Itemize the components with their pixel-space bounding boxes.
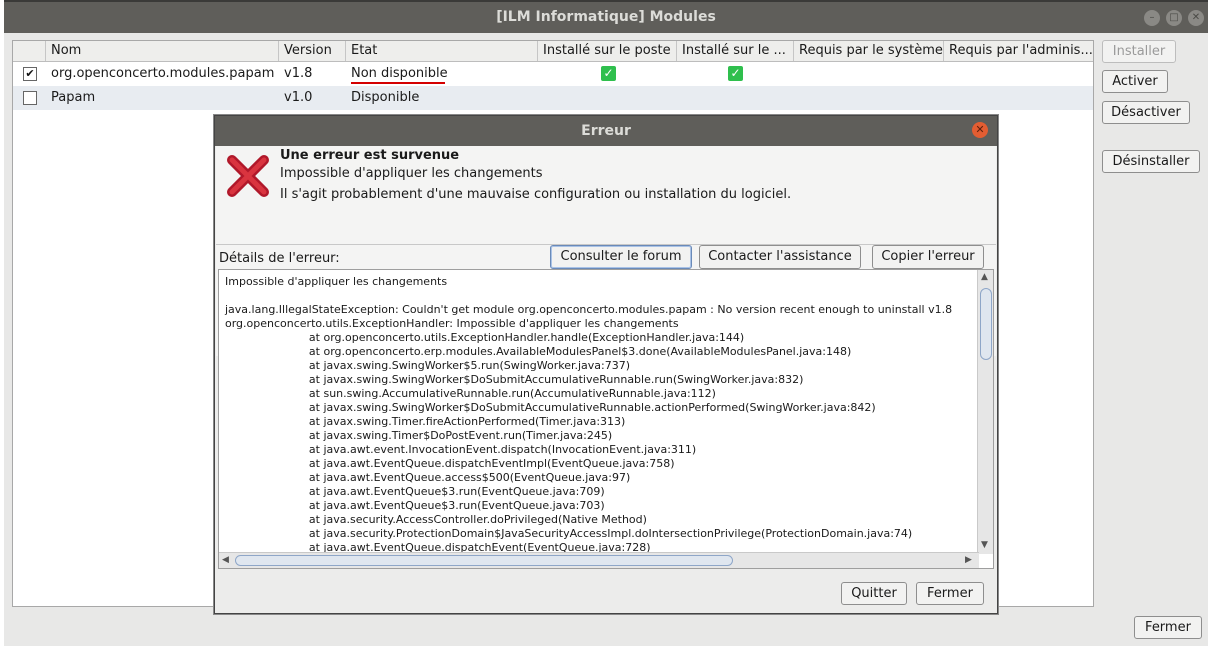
error-heading: Une erreur est survenue <box>280 148 460 163</box>
close-icon[interactable]: ✕ <box>972 122 988 138</box>
fermer-button[interactable]: Fermer <box>1134 616 1202 639</box>
table-row[interactable]: Papam v1.0 Disponible <box>13 86 1093 110</box>
scroll-down-icon[interactable]: ▼ <box>981 540 988 550</box>
check-icon: ✓ <box>601 66 616 81</box>
horizontal-scroll-thumb[interactable] <box>235 555 733 566</box>
horizontal-scrollbar[interactable]: ◀ ▶ <box>219 552 979 568</box>
table-row[interactable]: ✔ org.openconcerto.modules.papam v1.8 No… <box>13 62 1093 86</box>
module-name: org.openconcerto.modules.papam <box>51 66 275 81</box>
module-state-text: Non disponible <box>351 66 448 81</box>
header-installe-poste[interactable]: Installé sur le poste <box>538 41 677 61</box>
desinstaller-button[interactable]: Désinstaller <box>1102 150 1200 173</box>
desactiver-button[interactable]: Désactiver <box>1102 101 1190 124</box>
module-version: v1.0 <box>284 90 313 105</box>
error-x-icon <box>227 155 269 197</box>
maximize-icon[interactable]: □ <box>1166 10 1182 26</box>
installer-button[interactable]: Installer <box>1102 40 1176 63</box>
contacter-assistance-button[interactable]: Contacter l'assistance <box>699 245 861 269</box>
window-titlebar[interactable]: [ILM Informatique] Modules – □ ✕ <box>4 2 1208 33</box>
scroll-up-icon[interactable]: ▲ <box>981 272 988 282</box>
module-state: Disponible <box>351 90 420 105</box>
error-explanation: Il s'agit probablement d'une mauvaise co… <box>280 187 792 202</box>
quitter-button[interactable]: Quitter <box>841 582 907 605</box>
header-requis-systeme[interactable]: Requis par le système <box>794 41 944 61</box>
module-state: Non disponible <box>346 62 448 86</box>
minimize-icon[interactable]: – <box>1144 10 1160 26</box>
dialog-title: Erreur <box>581 123 631 139</box>
window-title: [ILM Informatique] Modules <box>496 9 716 25</box>
table-header: Nom Version Etat Installé sur le poste I… <box>13 41 1093 62</box>
header-nom[interactable]: Nom <box>46 41 279 61</box>
header-installe-autre[interactable]: Installé sur le ... <box>677 41 794 61</box>
header-requis-admin[interactable]: Requis par l'adminis... <box>944 41 1093 61</box>
error-dialog: Erreur ✕ Une erreur est survenue Impossi… <box>214 115 998 614</box>
header-etat[interactable]: Etat <box>346 41 538 61</box>
consulter-forum-button[interactable]: Consulter le forum <box>550 245 692 269</box>
activer-button[interactable]: Activer <box>1102 70 1168 93</box>
divider <box>216 244 996 245</box>
module-version: v1.8 <box>284 66 313 81</box>
vertical-scrollbar[interactable]: ▲ ▼ <box>977 270 993 554</box>
dialog-titlebar[interactable]: Erreur ✕ <box>215 116 997 146</box>
row-checkbox[interactable]: ✔ <box>23 67 37 81</box>
header-version[interactable]: Version <box>279 41 346 61</box>
row-checkbox[interactable] <box>23 91 37 105</box>
check-icon: ✓ <box>728 66 743 81</box>
error-underline <box>351 82 445 84</box>
copier-erreur-button[interactable]: Copier l'erreur <box>872 245 984 269</box>
vertical-scroll-thumb[interactable] <box>980 288 992 360</box>
error-details-textarea[interactable]: Impossible d'appliquer les changements j… <box>218 269 994 569</box>
scroll-right-icon[interactable]: ▶ <box>965 555 972 565</box>
dialog-fermer-button[interactable]: Fermer <box>916 582 984 605</box>
error-message: Impossible d'appliquer les changements <box>280 166 543 181</box>
close-icon[interactable]: ✕ <box>1188 10 1204 26</box>
scroll-left-icon[interactable]: ◀ <box>222 555 229 565</box>
details-label: Détails de l'erreur: <box>219 251 340 266</box>
header-check[interactable] <box>13 41 46 61</box>
module-name: Papam <box>51 90 96 105</box>
stack-trace: Impossible d'appliquer les changements j… <box>225 275 953 554</box>
